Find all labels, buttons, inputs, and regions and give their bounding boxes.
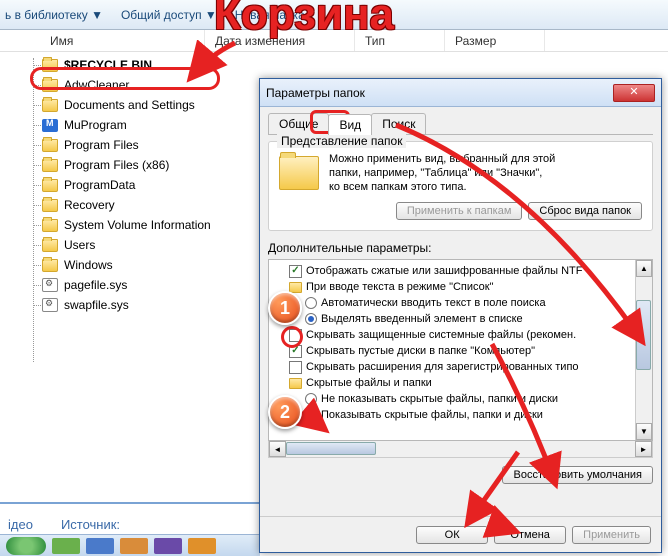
taskbar-icon[interactable] — [86, 538, 114, 554]
file-name: Program Files (x86) — [64, 158, 169, 172]
explorer-toolbar: ь в библиотеку ▼ Общий доступ ▼ Новая па… — [0, 0, 668, 30]
folder-view-group: Представление папок Можно применить вид,… — [268, 141, 653, 231]
folder-icon — [42, 99, 58, 112]
folder-icon — [42, 219, 58, 232]
dialog-titlebar[interactable]: Параметры папок ✕ — [260, 79, 661, 107]
taskbar[interactable] — [0, 534, 260, 556]
folder-icon — [42, 159, 58, 172]
opt-dont-show-hidden: Не показывать скрытые файлы, папки и дис… — [321, 391, 558, 407]
taskbar-icon[interactable] — [120, 538, 148, 554]
scroll-thumb[interactable] — [636, 300, 651, 370]
opt-hide-protected: Скрывать защищенные системные файлы (рек… — [306, 327, 576, 343]
col-date[interactable]: Дата изменения — [205, 30, 355, 51]
opt-typing-list: При вводе текста в режиме "Список" — [306, 279, 493, 295]
tab-search[interactable]: Поиск — [371, 113, 426, 134]
toolbar-add-library[interactable]: ь в библиотеку ▼ — [5, 8, 103, 22]
file-name: Recovery — [64, 198, 115, 212]
chk-hide-protected[interactable] — [289, 329, 302, 342]
advanced-params-box: Отображать сжатые или зашифрованные файл… — [268, 259, 653, 441]
file-name: $RECYCLE.BIN — [64, 58, 152, 72]
group-title: Представление папок — [277, 134, 406, 148]
opt-show-hidden: Показывать скрытые файлы, папки и диски — [321, 407, 543, 423]
ok-button[interactable]: ОК — [416, 526, 488, 544]
start-button[interactable] — [6, 537, 46, 555]
program-icon — [42, 119, 58, 132]
chk-ntfs[interactable] — [289, 265, 302, 278]
file-name: MuProgram — [64, 118, 127, 132]
radio-dont-show-hidden[interactable] — [305, 393, 317, 405]
opt-hidden-files-group: Скрытые файлы и папки — [306, 375, 432, 391]
folder-icon — [289, 282, 302, 293]
scroll-down-icon[interactable]: ▼ — [636, 423, 652, 440]
folder-icon — [42, 59, 58, 72]
file-name: ProgramData — [64, 178, 135, 192]
folder-icon — [42, 179, 58, 192]
dialog-title: Параметры папок — [266, 86, 613, 100]
video-label: ідео — [8, 517, 33, 532]
folder-icon — [42, 239, 58, 252]
toolbar-new-folder[interactable]: Новая папка — [235, 8, 305, 22]
dialog-button-row: ОК Отмена Применить — [260, 516, 661, 552]
file-name: pagefile.sys — [64, 278, 127, 292]
scroll-left-icon[interactable]: ◄ — [269, 441, 286, 457]
opt-hide-empty-drives: Скрывать пустые диски в папке "Компьютер… — [306, 343, 535, 359]
folder-options-dialog: Параметры папок ✕ Общие Вид Поиск Предст… — [259, 78, 662, 553]
file-name: System Volume Information — [64, 218, 211, 232]
folder-icon — [42, 139, 58, 152]
windows-folder-icon — [42, 259, 58, 272]
scroll-up-icon[interactable]: ▲ — [636, 260, 652, 277]
explorer-details-strip: ідео Источник: — [0, 502, 260, 534]
tab-general[interactable]: Общие — [268, 113, 329, 134]
apply-to-folders-button[interactable]: Применить к папкам — [396, 202, 523, 220]
file-name: Program Files — [64, 138, 139, 152]
file-name: Windows — [64, 258, 113, 272]
tab-view[interactable]: Вид — [328, 114, 372, 135]
opt-auto-search: Автоматически вводить текст в поле поиск… — [321, 295, 546, 311]
system-file-icon — [42, 298, 58, 312]
system-file-icon — [42, 278, 58, 292]
horizontal-scrollbar[interactable]: ◄ ► — [268, 441, 653, 458]
folder-icon — [279, 156, 319, 190]
opt-hide-ext: Скрывать расширения для зарегистрированн… — [306, 359, 579, 375]
col-type[interactable]: Тип — [355, 30, 445, 51]
radio-show-hidden[interactable] — [305, 409, 317, 421]
restore-defaults-button[interactable]: Восстановить умолчания — [502, 466, 653, 484]
taskbar-icon[interactable] — [154, 538, 182, 554]
col-name[interactable]: Имя — [0, 30, 205, 51]
file-name: Users — [64, 238, 95, 252]
source-label: Источник: — [61, 517, 120, 532]
chk-hide-extensions[interactable] — [289, 361, 302, 374]
close-icon[interactable]: ✕ — [613, 84, 655, 102]
folder-icon — [42, 199, 58, 212]
column-headers: Имя Дата изменения Тип Размер — [0, 30, 668, 52]
radio-select-typed[interactable] — [305, 313, 317, 325]
scroll-right-icon[interactable]: ► — [635, 441, 652, 457]
opt-select-typed: Выделять введенный элемент в списке — [321, 311, 523, 327]
opt-ntfs-compressed: Отображать сжатые или зашифрованные файл… — [306, 263, 582, 279]
toolbar-share[interactable]: Общий доступ ▼ — [121, 8, 217, 22]
col-size[interactable]: Размер — [445, 30, 545, 51]
taskbar-icon[interactable] — [188, 538, 216, 554]
apply-button[interactable]: Применить — [572, 526, 651, 544]
reset-view-button[interactable]: Сброс вида папок — [528, 202, 642, 220]
cancel-button[interactable]: Отмена — [494, 526, 566, 544]
file-row[interactable]: $RECYCLE.BIN — [30, 55, 668, 75]
file-name: Documents and Settings — [64, 98, 195, 112]
group-description: Можно применить вид, выбранный для этой … — [329, 152, 642, 194]
chk-hide-empty-drives[interactable] — [289, 345, 302, 358]
folder-icon — [42, 79, 58, 92]
file-name: AdwCleaner — [64, 78, 129, 92]
advanced-params-label: Дополнительные параметры: — [268, 241, 653, 255]
folder-icon — [289, 378, 302, 389]
taskbar-icon[interactable] — [52, 538, 80, 554]
vertical-scrollbar[interactable]: ▲ ▼ — [635, 260, 652, 440]
radio-auto-search[interactable] — [305, 297, 317, 309]
file-name: swapfile.sys — [64, 298, 129, 312]
h-scroll-thumb[interactable] — [286, 442, 376, 455]
dialog-tabs: Общие Вид Поиск — [268, 113, 653, 135]
